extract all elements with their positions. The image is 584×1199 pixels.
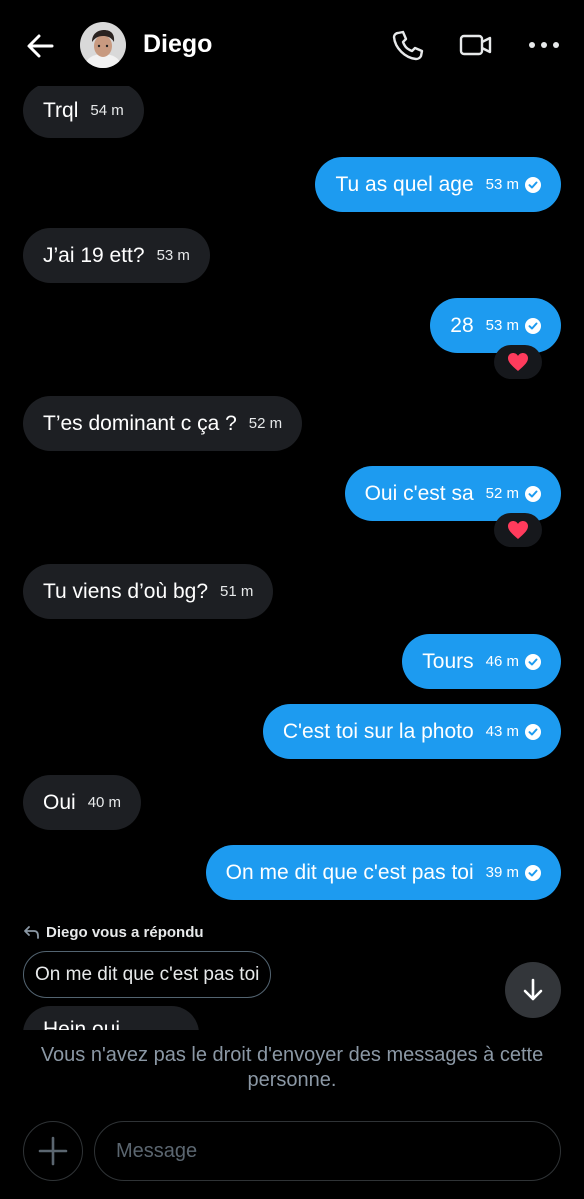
message-text: Oui c'est sa [364, 481, 474, 505]
scroll-to-bottom-button[interactable] [505, 962, 561, 1018]
message-time: 53 m [156, 247, 190, 264]
message-text: Oui [43, 790, 76, 814]
reaction-badge[interactable] [494, 345, 542, 379]
seen-check-icon [525, 317, 541, 334]
reaction-badge[interactable] [494, 513, 542, 547]
add-attachment-button[interactable] [23, 1121, 83, 1181]
more-options-button[interactable] [527, 28, 561, 62]
arrow-down-icon [523, 978, 543, 1001]
video-camera-icon [459, 34, 492, 56]
more-horizontal-icon [529, 42, 559, 48]
seen-check-icon [525, 176, 541, 193]
message-text: 28 [450, 313, 474, 337]
message-bubble-outgoing[interactable]: On me dit que c'est pas toi 39 m [205, 845, 561, 900]
back-button[interactable] [22, 30, 58, 62]
message-bubble-incoming[interactable]: Oui 40 m [23, 775, 142, 830]
message-bubble-incoming[interactable]: T’es dominant c ça ? 52 m [23, 396, 303, 451]
message-bubble-outgoing[interactable]: Tu as quel age 53 m [315, 157, 561, 212]
composer-area: Vous n'avez pas le droit d'envoyer des m… [0, 1030, 584, 1199]
message-text: Tu as quel age [335, 172, 474, 196]
message-bubble-incoming[interactable]: J’ai 19 ett? 53 m [23, 228, 210, 283]
heart-icon [508, 353, 528, 371]
seen-check-icon [525, 653, 541, 670]
reply-label-text: Diego vous a répondu [46, 924, 204, 941]
message-text: Tu viens d’où bg? [43, 579, 208, 603]
message-bubble-incoming[interactable]: Tu viens d’où bg? 51 m [23, 564, 274, 619]
message-text: Tours [422, 649, 474, 673]
message-time: 40 m [87, 794, 122, 811]
message-list[interactable]: Trql 54 m Tu as quel age 53 m J’ai 19 et… [0, 86, 584, 1031]
message-time: 53 m [485, 176, 519, 193]
message-time: 39 m [485, 864, 519, 881]
quoted-message[interactable]: On me dit que c'est pas toi [23, 951, 272, 998]
avatar[interactable] [80, 22, 126, 68]
message-text: J’ai 19 ett? [43, 243, 145, 267]
message-text: T’es dominant c ça ? [43, 411, 237, 435]
message-text: Trql [43, 98, 79, 122]
contact-name[interactable]: Diego [143, 30, 212, 59]
phone-icon [392, 30, 424, 61]
message-time: 54 m [90, 102, 124, 119]
message-bubble-outgoing[interactable]: C'est toi sur la photo 43 m [262, 704, 561, 759]
message-time: 43 m [485, 723, 519, 740]
message-time: 52 m [485, 485, 519, 502]
plus-icon [38, 1136, 68, 1166]
message-bubble-outgoing[interactable]: 28 53 m [430, 298, 561, 353]
reply-context-label: Diego vous a répondu [23, 924, 204, 941]
messaging-restricted-notice: Vous n'avez pas le droit d'envoyer des m… [40, 1044, 544, 1091]
seen-check-icon [525, 864, 541, 881]
seen-check-icon [525, 723, 541, 740]
reply-arrow-icon [24, 926, 39, 939]
conversation-header: Diego [0, 0, 584, 92]
message-time: 53 m [485, 317, 519, 334]
heart-icon [508, 521, 528, 539]
video-call-button[interactable] [459, 28, 493, 62]
message-text: On me dit que c'est pas toi [225, 860, 474, 884]
message-bubble-incoming[interactable]: Trql 54 m [23, 86, 144, 138]
message-input[interactable] [94, 1121, 561, 1181]
message-text: C'est toi sur la photo [282, 719, 474, 743]
avatar-image [80, 22, 126, 68]
message-bubble-outgoing[interactable]: Tours 46 m [402, 634, 561, 689]
call-button[interactable] [391, 28, 425, 62]
message-time: 52 m [248, 415, 283, 432]
arrow-left-icon [27, 34, 54, 58]
message-time: 51 m [220, 583, 254, 600]
seen-check-icon [525, 485, 541, 502]
message-time: 46 m [485, 653, 519, 670]
